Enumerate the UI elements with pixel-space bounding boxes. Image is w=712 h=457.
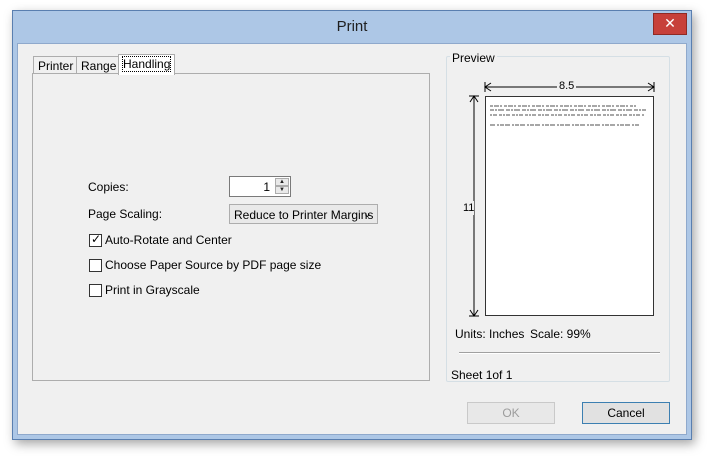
close-button[interactable]: ✕ (653, 13, 687, 35)
title-bar: Print ✕ (13, 11, 691, 43)
ok-button[interactable]: OK (467, 402, 555, 424)
units-label: Units: Inches (455, 327, 525, 341)
print-dialog: Print ✕ Printer Range Handling Copies: 1… (12, 10, 692, 440)
height-dimension: 11 (463, 201, 475, 215)
sheet-counter: Sheet 1of 1 (451, 368, 513, 382)
dialog-client-area: Printer Range Handling Copies: 1 ▲ ▼ Pag… (17, 43, 687, 435)
scale-label: Scale: 99% (530, 327, 591, 341)
page-content-lines (490, 105, 646, 126)
width-dimension: 8.5 (557, 80, 577, 92)
cancel-button[interactable]: Cancel (582, 402, 670, 424)
window-title: Print (336, 18, 368, 35)
tab-handling[interactable]: Handling (118, 54, 176, 75)
preview-separator (459, 352, 660, 354)
tab-label: Handling (121, 56, 172, 72)
page-preview (485, 96, 654, 316)
close-icon: ✕ (664, 15, 676, 31)
